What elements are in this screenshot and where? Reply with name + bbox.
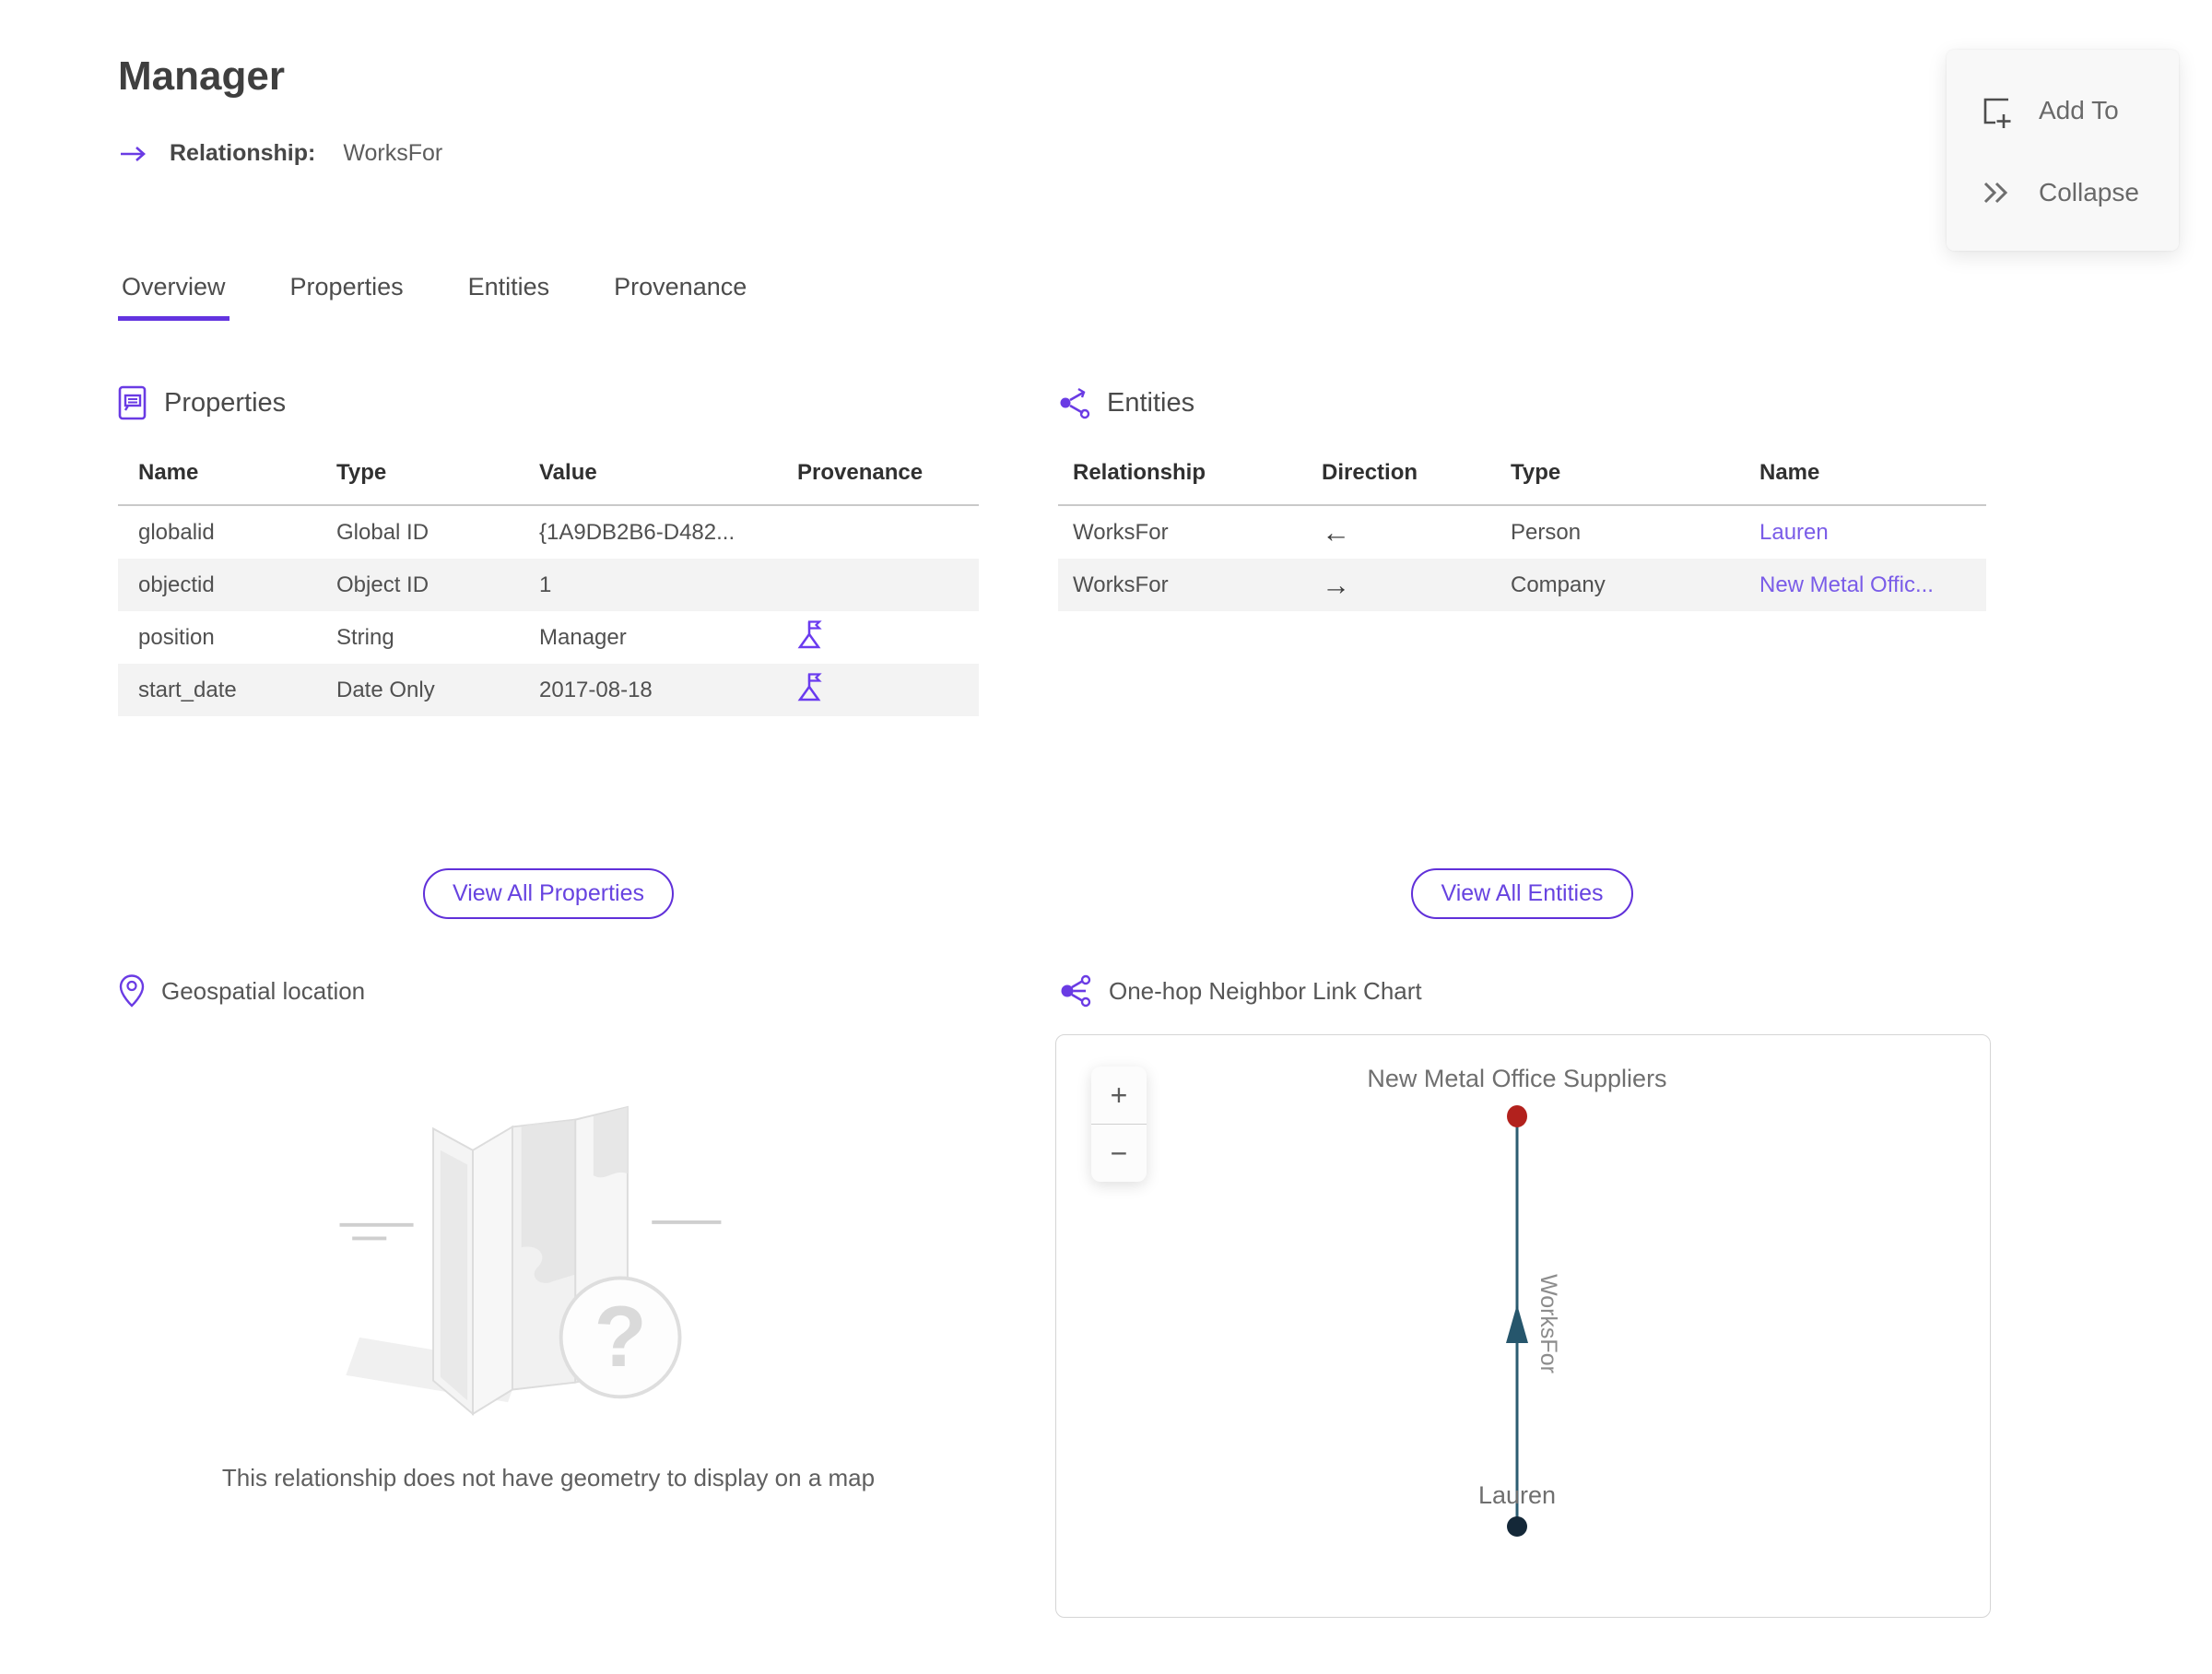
properties-table: Name Type Value Provenance globalid Glob…: [118, 449, 979, 716]
relationship-arrow-icon: [121, 146, 146, 161]
properties-section-heading: Properties: [118, 385, 286, 421]
geospatial-section-title: Geospatial location: [161, 976, 366, 1005]
property-value: {1A9DB2B6-D482...: [539, 519, 735, 545]
entity-type: Company: [1496, 559, 1745, 611]
property-value: Manager: [539, 624, 627, 650]
entity-relationship: WorksFor: [1073, 519, 1169, 545]
tab-overview[interactable]: Overview: [118, 273, 229, 321]
table-row: WorksFor ← Person Lauren: [1058, 505, 1986, 559]
floating-actions-panel: Add To Collapse: [1947, 50, 2179, 251]
entity-type: Person: [1511, 519, 1582, 545]
entities-icon: [1060, 387, 1090, 419]
entity-name-link[interactable]: New Metal Offic...: [1759, 572, 1934, 597]
table-row: globalid Global ID {1A9DB2B6-D482...: [118, 505, 979, 559]
collapse-label: Collapse: [2039, 178, 2139, 206]
property-name: objectid: [118, 559, 316, 611]
properties-section-title: Properties: [164, 388, 287, 418]
properties-col-value: Value: [519, 449, 777, 506]
entity-direction: ←: [1322, 515, 1350, 548]
entities-section-heading: Entities: [1058, 385, 1194, 420]
view-all-properties-button[interactable]: View All Properties: [423, 868, 674, 919]
link-chart-section-title: One-hop Neighbor Link Chart: [1109, 976, 1422, 1005]
table-row: start_date Date Only 2017-08-18: [118, 664, 979, 716]
edge-arrowhead: [1506, 1304, 1528, 1343]
properties-icon: [118, 385, 147, 420]
collapse-button[interactable]: Collapse: [1947, 153, 2179, 232]
collapse-icon: [1983, 182, 2008, 204]
relationship-subtitle: Relationship: WorksFor: [118, 140, 442, 167]
node-company[interactable]: [1507, 1105, 1527, 1127]
properties-col-type: Type: [316, 449, 519, 506]
svg-text:?: ?: [594, 1288, 646, 1385]
property-type: Date Only: [316, 664, 519, 716]
geospatial-section-heading: Geospatial location: [118, 973, 365, 1008]
detail-tabs: Overview Properties Entities Provenance: [118, 273, 750, 321]
add-to-button[interactable]: Add To: [1947, 68, 2179, 153]
property-value: 1: [519, 559, 777, 611]
property-type: Object ID: [316, 559, 519, 611]
property-name: globalid: [138, 519, 215, 545]
node-label-top: New Metal Office Suppliers: [1367, 1065, 1666, 1092]
properties-col-name: Name: [118, 449, 316, 506]
subtitle-label: Relationship:: [170, 140, 316, 166]
map-illustration: ?: [339, 1105, 722, 1416]
node-person[interactable]: [1507, 1516, 1527, 1537]
geospatial-empty-message: This relationship does not have geometry…: [221, 1464, 876, 1491]
entities-table: Relationship Direction Type Name WorksFo…: [1058, 449, 1986, 611]
tab-properties[interactable]: Properties: [287, 273, 407, 321]
entities-col-name: Name: [1745, 449, 1986, 506]
add-to-label: Add To: [2039, 96, 2119, 124]
link-chart-section-heading: One-hop Neighbor Link Chart: [1058, 973, 1422, 1008]
entities-col-type: Type: [1496, 449, 1745, 506]
entity-relationship: WorksFor: [1058, 559, 1307, 611]
table-row: WorksFor → Company New Metal Offic...: [1058, 559, 1986, 611]
entities-section-title: Entities: [1107, 387, 1195, 418]
relationship-detail-page: Manager Relationship: WorksFor Add To Co…: [0, 0, 2212, 1674]
node-label-bottom: Lauren: [1478, 1481, 1556, 1509]
table-row: objectid Object ID 1: [118, 559, 979, 611]
entity-direction: →: [1307, 559, 1496, 611]
link-chart-panel[interactable]: New Metal Office Suppliers WorksFor Laur…: [1055, 1034, 1991, 1618]
tab-entities[interactable]: Entities: [465, 273, 554, 321]
link-chart-icon: [1061, 974, 1091, 1008]
zoom-in-button[interactable]: +: [1091, 1067, 1147, 1124]
zoom-out-button[interactable]: −: [1091, 1125, 1147, 1182]
provenance-flag-icon[interactable]: [797, 619, 823, 650]
map-pin-icon: [119, 974, 145, 1008]
property-name: start_date: [118, 664, 316, 716]
table-row: position String Manager: [118, 611, 979, 664]
view-all-properties-row: View All Properties: [118, 868, 979, 919]
map-placeholder: ?: [118, 1067, 979, 1450]
property-name: position: [138, 624, 215, 650]
properties-col-provenance: Provenance: [777, 449, 979, 506]
subtitle-value: WorksFor: [343, 140, 443, 166]
tab-provenance[interactable]: Provenance: [610, 273, 750, 321]
provenance-flag-icon[interactable]: [797, 672, 823, 702]
entities-col-relationship: Relationship: [1058, 449, 1307, 506]
page-title: Manager: [118, 53, 285, 99]
entities-col-direction: Direction: [1307, 449, 1496, 506]
property-value: 2017-08-18: [519, 664, 777, 716]
entity-name-link[interactable]: Lauren: [1759, 520, 1829, 545]
view-all-entities-row: View All Entities: [1058, 868, 1986, 919]
edge-label: WorksFor: [1535, 1274, 1561, 1373]
add-to-icon: [1983, 98, 2011, 128]
link-chart-graph: New Metal Office Suppliers WorksFor Laur…: [1367, 1065, 1667, 1537]
property-type: String: [336, 624, 394, 650]
property-type: Global ID: [336, 519, 429, 545]
zoom-controls: + −: [1091, 1067, 1147, 1182]
view-all-entities-button[interactable]: View All Entities: [1411, 868, 1633, 919]
